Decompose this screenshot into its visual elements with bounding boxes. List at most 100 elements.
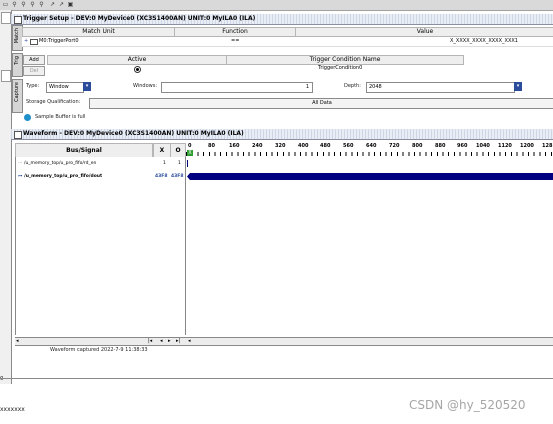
waveform-title: Waveform - DEV:0 MyDevice0 (XC3S1400AN) …	[11, 129, 553, 140]
wave-scroll-left-icon[interactable]: ◂	[188, 338, 191, 345]
signal-o-value: 43F8	[171, 174, 184, 179]
top-toolbar: ▭ ⚲ ⚲ ⚲ ⚲ ↗ ↗ ▣	[0, 0, 553, 11]
windows-input[interactable]: 1	[161, 82, 313, 93]
nav-first-button[interactable]: |◂	[148, 338, 152, 345]
sample-buffer-status: Sample Buffer is full	[35, 114, 86, 120]
waveform-status: Waveform captured 2022-7-9 11:38:33	[50, 347, 148, 353]
zoom-out-icon[interactable]: ⚲	[20, 1, 27, 8]
ruler-tick-label: 480	[320, 143, 331, 149]
x-value-pane	[152, 157, 170, 335]
del-button[interactable]: Del	[23, 66, 45, 76]
depth-label: Depth:	[344, 83, 361, 89]
condition-name-value[interactable]: TriggerCondition0	[318, 64, 362, 72]
depth-select-value: 2048	[369, 84, 382, 90]
ruler-tick-label: 160	[229, 143, 240, 149]
column-x[interactable]: X	[153, 143, 171, 158]
watermark: CSDN @hy_520520	[409, 398, 526, 412]
windows-input-value: 1	[305, 84, 309, 90]
trigger-setup-title-text: Trigger Setup - DEV:0 MyDevice0 (XC3S140…	[23, 15, 256, 22]
function-value[interactable]: ==	[231, 37, 239, 45]
ruler-tick-label: 0	[188, 143, 192, 149]
column-value[interactable]: Value	[295, 27, 553, 37]
column-active: Active	[47, 55, 227, 65]
divider	[0, 378, 553, 379]
ruler-tick-label: 720	[389, 143, 400, 149]
add-button[interactable]: Add	[23, 55, 45, 65]
zoom-area-icon[interactable]: ⚲	[38, 1, 45, 8]
ruler-tick-label: 640	[366, 143, 377, 149]
storage-qualification-label: Storage Qualification:	[26, 99, 81, 105]
expand-bus-icon[interactable]: ⊶	[18, 174, 23, 179]
tab-trig[interactable]: Trig	[12, 53, 23, 77]
storage-qualification-value: All Data	[312, 100, 332, 106]
scroll-up-button[interactable]	[1, 12, 11, 24]
panel-icon	[14, 131, 22, 139]
column-bus-signal[interactable]: Bus/Signal	[15, 143, 153, 158]
ruler-tick-label: 560	[343, 143, 354, 149]
type-label: Type:	[26, 83, 40, 89]
tab-trig-label: Trig	[14, 56, 20, 65]
column-match-unit[interactable]: Match Unit	[22, 27, 175, 37]
waveform-area[interactable]	[186, 157, 553, 335]
trigger-value[interactable]: X_XXXX_XXXX_XXXX_XXX1	[450, 37, 518, 45]
zoom-in-icon[interactable]: ⚲	[11, 1, 18, 8]
left-strip-label: 20	[0, 376, 4, 382]
ruler-tick-label: 880	[435, 143, 446, 149]
signal-name: /u_memory_top/u_pro_fifo/rd_en	[23, 161, 97, 166]
waveform-title-text: Waveform - DEV:0 MyDevice0 (XC3S1400AN) …	[23, 130, 244, 137]
arrow-icon[interactable]: ↗	[49, 1, 56, 8]
ruler-tick-label: 400	[298, 143, 309, 149]
tab-capture-label: Capture	[14, 82, 20, 102]
scroll-handle[interactable]	[1, 70, 11, 82]
signal-row-rd-en[interactable]: ⋯ /u_memory_top/u_pro_fifo/rd_en	[18, 160, 96, 168]
scroll-left-icon[interactable]: ◂	[16, 338, 19, 345]
nav-prev-button[interactable]: ◂	[160, 338, 163, 345]
dout-bus-trace	[190, 173, 553, 180]
trigger-marker[interactable]: X	[187, 150, 193, 156]
radio-dot	[136, 68, 139, 71]
active-radio[interactable]	[134, 66, 141, 73]
signal-x-value: 1	[163, 161, 166, 166]
signal-o-value: 1	[178, 161, 181, 166]
ruler-ticks	[186, 152, 553, 156]
rd-en-trace	[187, 160, 188, 167]
storage-qualification-field[interactable]: All Data	[89, 98, 553, 109]
cursor-icon[interactable]: ▭	[2, 1, 9, 8]
ruler-tick-label: 320	[275, 143, 286, 149]
left-panel-strip: 20	[0, 10, 12, 384]
ruler-tick-label: 1040	[476, 143, 490, 149]
type-dropdown-button[interactable]: ▾	[83, 82, 91, 91]
window-icon[interactable]: ▣	[67, 1, 74, 8]
tab-capture[interactable]: Capture	[12, 79, 23, 113]
tree-connector-icon: ⋯	[18, 161, 23, 166]
ruler-tick-label: 1200	[520, 143, 534, 149]
column-o[interactable]: O	[170, 143, 186, 158]
type-select-value: Window	[49, 84, 69, 90]
expand-icon[interactable]: +	[24, 37, 28, 45]
nav-last-button[interactable]: ▸|	[176, 338, 180, 345]
port-icon	[30, 39, 38, 45]
column-function[interactable]: Function	[174, 27, 296, 37]
signal-name-pane	[15, 157, 154, 335]
nav-next-button[interactable]: ▸	[168, 338, 171, 345]
depth-select[interactable]: 2048	[366, 82, 515, 93]
match-row[interactable]: + M0:TriggerPort0 == X_XXXX_XXXX_XXXX_XX…	[22, 37, 553, 47]
ruler-tick-label: 800	[412, 143, 423, 149]
signal-name: /u_memory_top/u_pro_fifo/dout	[24, 174, 103, 179]
trigger-setup-title: Trigger Setup - DEV:0 MyDevice0 (XC3S140…	[11, 14, 553, 25]
type-select[interactable]: Window	[46, 82, 84, 93]
tab-match-label: Match	[14, 28, 20, 44]
ruler-tick-label: 128	[542, 143, 553, 149]
windows-label: Windows:	[133, 83, 158, 89]
depth-dropdown-button[interactable]: ▾	[514, 82, 522, 91]
ruler-tick-label: 960	[457, 143, 468, 149]
horizontal-scrollbar[interactable]: ◂ |◂ ◂ ▸ ▸| ◂	[15, 337, 553, 346]
ruler-tick-label: 80	[208, 143, 215, 149]
ruler-tick-label: 1120	[498, 143, 512, 149]
zoom-fit-icon[interactable]: ⚲	[29, 1, 36, 8]
find-icon[interactable]: ↗	[58, 1, 65, 8]
time-ruler[interactable]: 0 80 160 240 320 400 480 560 640 720 800…	[186, 143, 553, 158]
signal-row-dout[interactable]: ⊶ /u_memory_top/u_pro_fifo/dout	[18, 173, 102, 181]
status-indicator-icon	[24, 114, 31, 121]
ruler-tick-label: 240	[252, 143, 263, 149]
